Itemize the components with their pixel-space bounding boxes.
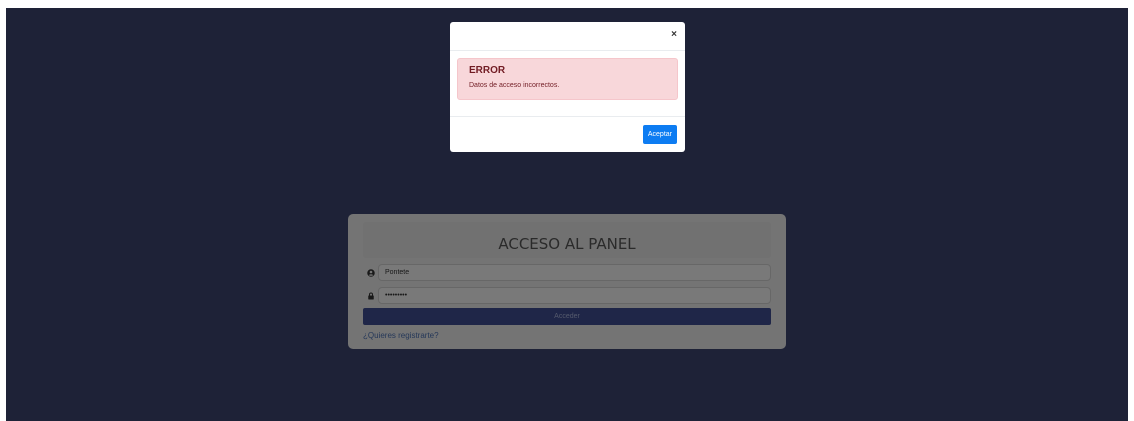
modal-body: ERROR Datos de acceso incorrectos. xyxy=(450,51,685,116)
alert-message: Datos de acceso incorrectos. xyxy=(469,82,560,89)
alert-title: ERROR xyxy=(469,65,506,76)
page-background: ACCESO AL PANEL Acceder ¿Quieres reg xyxy=(6,8,1128,421)
error-modal: × ERROR Datos de acceso incorrectos. Ace… xyxy=(450,22,685,152)
close-icon[interactable]: × xyxy=(671,30,677,40)
modal-footer: Aceptar xyxy=(450,116,685,153)
modal-header: × xyxy=(450,22,685,51)
error-alert: ERROR Datos de acceso incorrectos. xyxy=(457,58,678,100)
accept-button[interactable]: Aceptar xyxy=(642,125,677,144)
